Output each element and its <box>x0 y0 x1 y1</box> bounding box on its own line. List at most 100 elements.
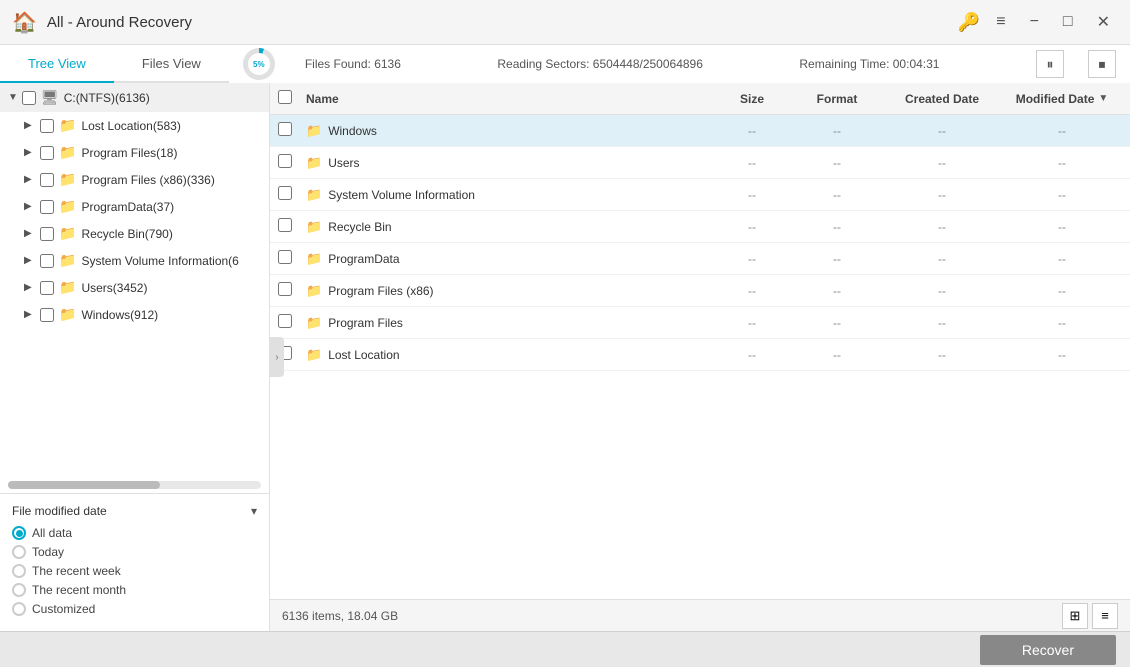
row-checkbox-0[interactable] <box>278 122 292 136</box>
radio-today[interactable] <box>12 545 26 559</box>
file-area: Name Size Format Created Date Modified D… <box>270 83 1130 631</box>
radio-recent-week[interactable] <box>12 564 26 578</box>
tree-item-7[interactable]: ▶ 📁 Windows(912) <box>0 301 269 328</box>
stop-button[interactable]: ⏹ <box>1088 50 1116 78</box>
header-modified[interactable]: Modified Date ▼ <box>1002 92 1122 106</box>
collapse-handle[interactable]: › <box>270 337 284 377</box>
tree-item-label-4: Recycle Bin(790) <box>81 227 172 241</box>
tree-item-1[interactable]: ▶ 📁 Program Files(18) <box>0 139 269 166</box>
tree-item-5[interactable]: ▶ 📁 System Volume Information(6 <box>0 247 269 274</box>
file-format-0: -- <box>792 124 882 138</box>
sidebar-scrollbar-thumb[interactable] <box>8 481 160 489</box>
file-created-0: -- <box>882 124 1002 138</box>
file-name-4: ProgramData <box>328 252 399 266</box>
row-checkbox-6[interactable] <box>278 314 292 328</box>
table-row[interactable]: 📁 Program Files (x86) -- -- -- -- <box>270 275 1130 307</box>
maximize-button[interactable]: □ <box>1055 9 1081 35</box>
key-icon[interactable]: 🔑 <box>958 12 980 33</box>
tree-item-6[interactable]: ▶ 📁 Users(3452) <box>0 274 269 301</box>
pause-button[interactable]: ⏸ <box>1036 50 1064 78</box>
filter-option-1[interactable]: Today <box>12 545 257 559</box>
item-checkbox-2[interactable] <box>40 173 54 187</box>
table-row[interactable]: 📁 Recycle Bin -- -- -- -- <box>270 211 1130 243</box>
filter-option-4[interactable]: Customized <box>12 602 257 616</box>
tree-item-4[interactable]: ▶ 📁 Recycle Bin(790) <box>0 220 269 247</box>
file-size-1: -- <box>712 156 792 170</box>
tree-item-0[interactable]: ▶ 📁 Lost Location(583) <box>0 112 269 139</box>
item-checkbox-3[interactable] <box>40 200 54 214</box>
item-checkbox-0[interactable] <box>40 119 54 133</box>
table-row[interactable]: 📁 Program Files -- -- -- -- <box>270 307 1130 339</box>
tree-item-2[interactable]: ▶ 📁 Program Files (x86)(336) <box>0 166 269 193</box>
radio-label-1: Today <box>32 545 64 559</box>
minimize-button[interactable]: − <box>1022 9 1047 35</box>
tab-files-view[interactable]: Files View <box>114 45 229 83</box>
file-created-3: -- <box>882 220 1002 234</box>
item-checkbox-6[interactable] <box>40 281 54 295</box>
folder-icon: 📁 <box>306 219 322 235</box>
row-checkbox-1[interactable] <box>278 154 292 168</box>
chevron-right-icon: ▶ <box>24 147 36 158</box>
file-modified-0: -- <box>1002 124 1122 138</box>
radio-label-3: The recent month <box>32 583 126 597</box>
recover-button[interactable]: Recover <box>980 635 1116 665</box>
table-row[interactable]: 📁 Lost Location -- -- -- -- <box>270 339 1130 371</box>
chevron-right-icon: ▶ <box>24 255 36 266</box>
list-view-button[interactable]: ≡ <box>1092 603 1118 629</box>
window-controls: 🔑 ≡ − □ ✕ <box>958 8 1118 36</box>
home-icon[interactable]: 🏠 <box>12 10 37 35</box>
filter-option-2[interactable]: The recent week <box>12 564 257 578</box>
filter-header[interactable]: File modified date ▾ <box>12 504 257 518</box>
header-size[interactable]: Size <box>712 92 792 106</box>
item-checkbox-4[interactable] <box>40 227 54 241</box>
tree-item-label-7: Windows(912) <box>81 308 158 322</box>
row-checkbox-4[interactable] <box>278 250 292 264</box>
file-format-2: -- <box>792 188 882 202</box>
item-checkbox-5[interactable] <box>40 254 54 268</box>
item-checkbox-7[interactable] <box>40 308 54 322</box>
table-row[interactable]: 📁 System Volume Information -- -- -- -- <box>270 179 1130 211</box>
filter-title: File modified date <box>12 504 107 518</box>
file-name-3: Recycle Bin <box>328 220 391 234</box>
folder-icon: 📁 <box>306 283 322 299</box>
filter-option-0[interactable]: All data <box>12 526 257 540</box>
select-all-checkbox[interactable] <box>278 90 292 104</box>
close-button[interactable]: ✕ <box>1089 8 1118 36</box>
folder-icon-7: 📁 <box>59 306 76 323</box>
file-created-4: -- <box>882 252 1002 266</box>
radio-recent-month[interactable] <box>12 583 26 597</box>
folder-icon-0: 📁 <box>59 117 76 134</box>
file-name-2: System Volume Information <box>328 188 475 202</box>
radio-all-data[interactable] <box>12 526 26 540</box>
tree-root[interactable]: ▼ 🖥 C:(NTFS)(6136) <box>0 83 269 112</box>
root-checkbox[interactable] <box>22 91 36 105</box>
row-checkbox-3[interactable] <box>278 218 292 232</box>
filter-option-3[interactable]: The recent month <box>12 583 257 597</box>
menu-button[interactable]: ≡ <box>988 9 1013 35</box>
radio-label-2: The recent week <box>32 564 121 578</box>
header-created[interactable]: Created Date <box>882 92 1002 106</box>
header-name[interactable]: Name <box>306 92 712 106</box>
row-checkbox-5[interactable] <box>278 282 292 296</box>
file-modified-7: -- <box>1002 348 1122 362</box>
tree-items-list: ▶ 📁 Lost Location(583) ▶ 📁 Program Files… <box>0 112 269 328</box>
item-checkbox-1[interactable] <box>40 146 54 160</box>
file-size-6: -- <box>712 316 792 330</box>
scan-status-bar: 5% Files Found: 6136 Reading Sectors: 65… <box>229 45 1130 83</box>
table-row[interactable]: 📁 Windows -- -- -- -- <box>270 115 1130 147</box>
folder-icon: 📁 <box>306 155 322 171</box>
file-list: 📁 Windows -- -- -- -- 📁 Users -- -- -- -… <box>270 115 1130 599</box>
tab-tree-view[interactable]: Tree View <box>0 45 114 83</box>
tree-item-3[interactable]: ▶ 📁 ProgramData(37) <box>0 193 269 220</box>
table-row[interactable]: 📁 Users -- -- -- -- <box>270 147 1130 179</box>
radio-customized[interactable] <box>12 602 26 616</box>
progress-indicator: 5% <box>243 48 275 80</box>
folder-icon-3: 📁 <box>59 198 76 215</box>
file-size-3: -- <box>712 220 792 234</box>
root-chevron-down: ▼ <box>8 92 18 103</box>
grid-view-button[interactable]: ⊞ <box>1062 603 1088 629</box>
row-checkbox-2[interactable] <box>278 186 292 200</box>
sidebar-scrollbar[interactable] <box>8 481 261 489</box>
table-row[interactable]: 📁 ProgramData -- -- -- -- <box>270 243 1130 275</box>
header-format[interactable]: Format <box>792 92 882 106</box>
